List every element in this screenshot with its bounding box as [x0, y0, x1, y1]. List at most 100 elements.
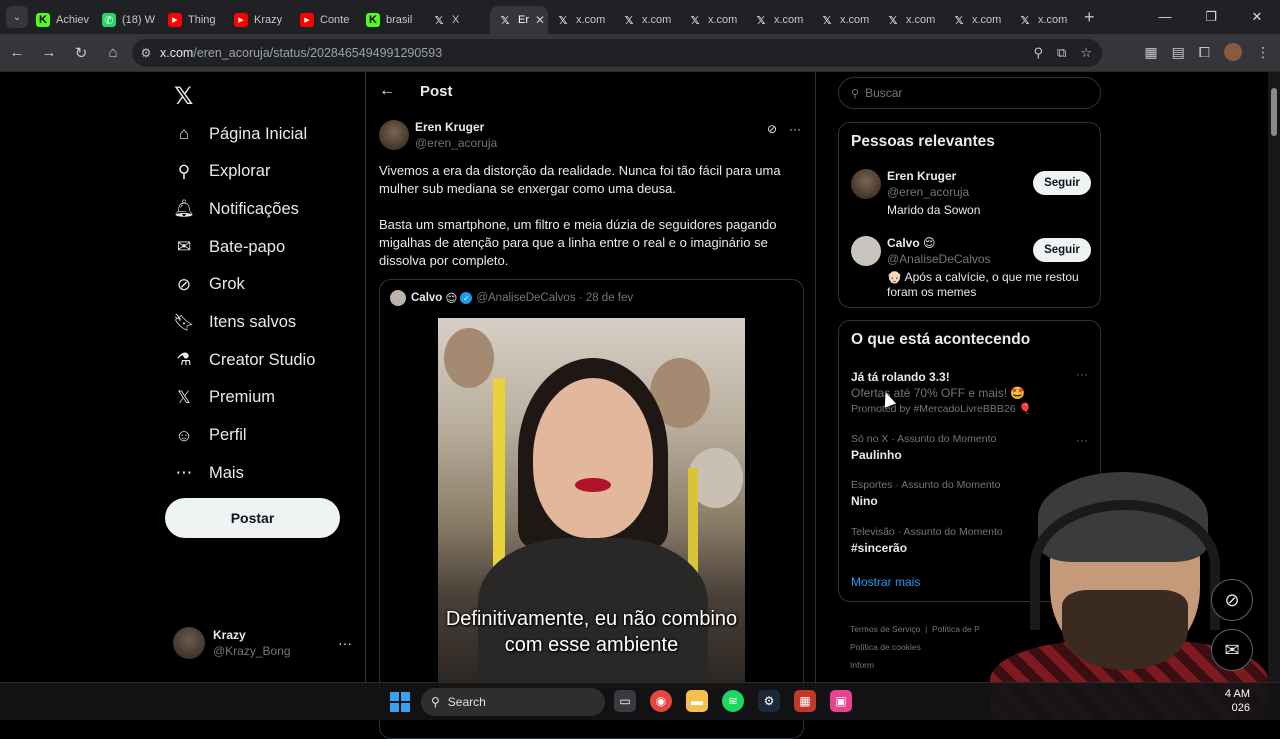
steam-icon[interactable]: ⚙	[758, 690, 780, 712]
bookmark-star-icon[interactable]: ☆	[1080, 45, 1092, 61]
more-icon[interactable]: ···	[789, 122, 801, 136]
zoom-icon[interactable]: ⚲	[1034, 45, 1044, 61]
browser-tab[interactable]: 𝕏x.com	[878, 6, 944, 34]
more-icon[interactable]: ···	[1076, 433, 1088, 447]
more-icon[interactable]: ···	[1076, 367, 1088, 381]
spotify-icon[interactable]: ≋	[722, 690, 744, 712]
close-window-button[interactable]: ✕	[1234, 0, 1280, 34]
browser-tab[interactable]: ▶ Thing	[160, 6, 226, 34]
nav-item-premium[interactable]: 𝕏 Premium	[174, 380, 275, 416]
avatar[interactable]	[851, 169, 881, 199]
browser-tab[interactable]: 𝕏x.com	[746, 6, 812, 34]
account-switcher[interactable]: Krazy @Krazy_Bong ···	[173, 627, 352, 659]
profile-avatar[interactable]	[1224, 43, 1242, 61]
browser-tab[interactable]: K Achiev	[28, 6, 94, 34]
footer-link[interactable]: Inform	[850, 660, 874, 670]
taskbar-search[interactable]: ⚲ Search	[421, 688, 605, 716]
search-input[interactable]: ⚲ Buscar	[838, 77, 1101, 109]
follow-button[interactable]: Seguir	[1033, 171, 1091, 195]
grok-icon[interactable]: ⊘	[767, 122, 777, 136]
person-item[interactable]: Eren Kruger @eren_acoruja Marido da Sowo…	[851, 169, 1091, 219]
back-button[interactable]: ←	[2, 44, 32, 61]
extension-icon[interactable]: ▦	[1144, 44, 1157, 61]
nav-item-itens-salvos[interactable]: 🔖︎ Itens salvos	[173, 305, 296, 341]
task-view-icon[interactable]: ▭	[614, 690, 636, 712]
video-player[interactable]: Definitivamente, eu não combino com esse…	[438, 318, 745, 688]
install-icon[interactable]: ⧉	[1057, 45, 1066, 61]
browser-tab[interactable]: 𝕏x.com	[1010, 6, 1076, 34]
avatar[interactable]	[851, 236, 881, 266]
grok-float-icon[interactable]: ⊘	[1211, 579, 1253, 621]
author-handle[interactable]: @eren_acoruja	[415, 136, 497, 150]
author-name[interactable]: Eren Kruger	[415, 120, 497, 134]
show-more-link[interactable]: Mostrar mais	[851, 575, 920, 589]
browser-tab[interactable]: ✆ (18) W	[94, 6, 160, 34]
messages-float-icon[interactable]: ✉	[1211, 629, 1253, 671]
restore-button[interactable]: ❐	[1188, 0, 1234, 34]
person-item[interactable]: Calvo 😌 @AnaliseDeCalvos 👴🏻 Após a calví…	[851, 236, 1091, 300]
scrollbar-thumb[interactable]	[1271, 88, 1277, 136]
tab-title: x.com	[840, 14, 870, 26]
minimize-button[interactable]: —	[1142, 0, 1188, 34]
browser-tab[interactable]: ▶ Conte	[292, 6, 358, 34]
x-icon: 𝕏	[756, 14, 766, 27]
new-tab-button[interactable]: +	[1084, 7, 1095, 28]
browser-tab[interactable]: 𝕏x.com	[614, 6, 680, 34]
site-info-icon[interactable]: ⚙	[132, 46, 160, 60]
browser-tab[interactable]: 𝕏x.com	[680, 6, 746, 34]
browser-tab[interactable]: ▶ Krazy	[226, 6, 292, 34]
footer-link[interactable]: Política de P	[932, 624, 980, 634]
person-name[interactable]: Calvo 😌	[887, 236, 936, 250]
post-author[interactable]: Eren Kruger @eren_acoruja	[379, 120, 497, 150]
windows-start-icon[interactable]	[390, 692, 410, 712]
home-icon: ⌂	[178, 124, 190, 143]
nav-item-mais[interactable]: ⋯ Mais	[174, 455, 244, 491]
chrome-icon[interactable]: ◉	[650, 690, 672, 712]
post-button[interactable]: Postar	[165, 498, 340, 538]
winrar-icon[interactable]: ▦	[794, 690, 816, 712]
x-logo-icon[interactable]: 𝕏	[174, 82, 193, 111]
nav-item-bate-papo[interactable]: ✉ Bate-papo	[174, 229, 285, 265]
follow-button[interactable]: Seguir	[1033, 238, 1091, 262]
more-icon[interactable]: ···	[338, 635, 352, 651]
browser-tab[interactable]: 𝕏x.com	[812, 6, 878, 34]
quoted-post[interactable]: Calvo 😌 ✓ @AnaliseDeCalvos · 28 de fev D…	[379, 279, 804, 739]
tab-title: Krazy	[254, 14, 283, 26]
person-name[interactable]: Eren Kruger	[887, 169, 956, 183]
nav-item-explorar[interactable]: ⚲ Explorar	[174, 154, 271, 190]
page-header: ← Post	[379, 82, 453, 100]
avatar[interactable]	[379, 120, 409, 150]
nav-item-notificações[interactable]: 🔔︎ Notificações	[173, 191, 299, 227]
app-icon[interactable]: ▣	[830, 690, 852, 712]
tab-title: x.com	[1038, 14, 1068, 26]
browser-tab[interactable]: Kbrasil	[358, 6, 424, 34]
nav-item-label: Explorar	[209, 162, 271, 181]
file-explorer-icon[interactable]: ▬	[686, 690, 708, 712]
nav-item-página-inicial[interactable]: ⌂ Página Inicial	[174, 116, 307, 152]
forward-button[interactable]: →	[34, 44, 64, 61]
address-bar[interactable]: ⚙ x.com/eren_acoruja/status/202846549499…	[132, 39, 1102, 67]
footer-link[interactable]: Termos de Serviço	[850, 624, 920, 634]
close-tab-icon[interactable]: ✕	[535, 13, 545, 27]
browser-tab[interactable]: 𝕏 Er ✕	[490, 6, 548, 34]
sidebar-icon[interactable]: ▤	[1172, 44, 1185, 61]
flask-icon: ⚗	[176, 350, 192, 370]
promoted-trend[interactable]: Já tá rolando 3.3! Ofertas até 70% OFF e…	[839, 367, 1100, 415]
reload-button[interactable]: ↻	[66, 44, 96, 62]
browser-tab[interactable]: 𝕏x.com	[944, 6, 1010, 34]
trend-item[interactable]: Só no X · Assunto do Momento Paulinho ··…	[839, 433, 1100, 462]
browser-tab[interactable]: 𝕏X	[424, 6, 490, 34]
nav-item-grok[interactable]: ⊘ Grok	[174, 267, 245, 303]
tab-search-button[interactable]: ⌄	[6, 6, 28, 28]
nav-item-perfil[interactable]: ☺ Perfil	[174, 418, 246, 454]
footer-link[interactable]: Política de cookies	[850, 642, 921, 652]
nav-item-creator-studio[interactable]: ⚗ Creator Studio	[174, 342, 315, 378]
back-arrow-icon[interactable]: ←	[379, 82, 395, 100]
puzzle-icon[interactable]: ⧠	[1199, 44, 1210, 61]
taskbar-clock[interactable]: 4 AM 026	[1225, 687, 1250, 715]
browser-tab[interactable]: 𝕏x.com	[548, 6, 614, 34]
home-button[interactable]: ⌂	[98, 44, 128, 61]
tab-title: brasil	[386, 14, 413, 26]
scrollbar[interactable]	[1268, 72, 1280, 720]
menu-icon[interactable]: ⋮	[1256, 44, 1270, 61]
